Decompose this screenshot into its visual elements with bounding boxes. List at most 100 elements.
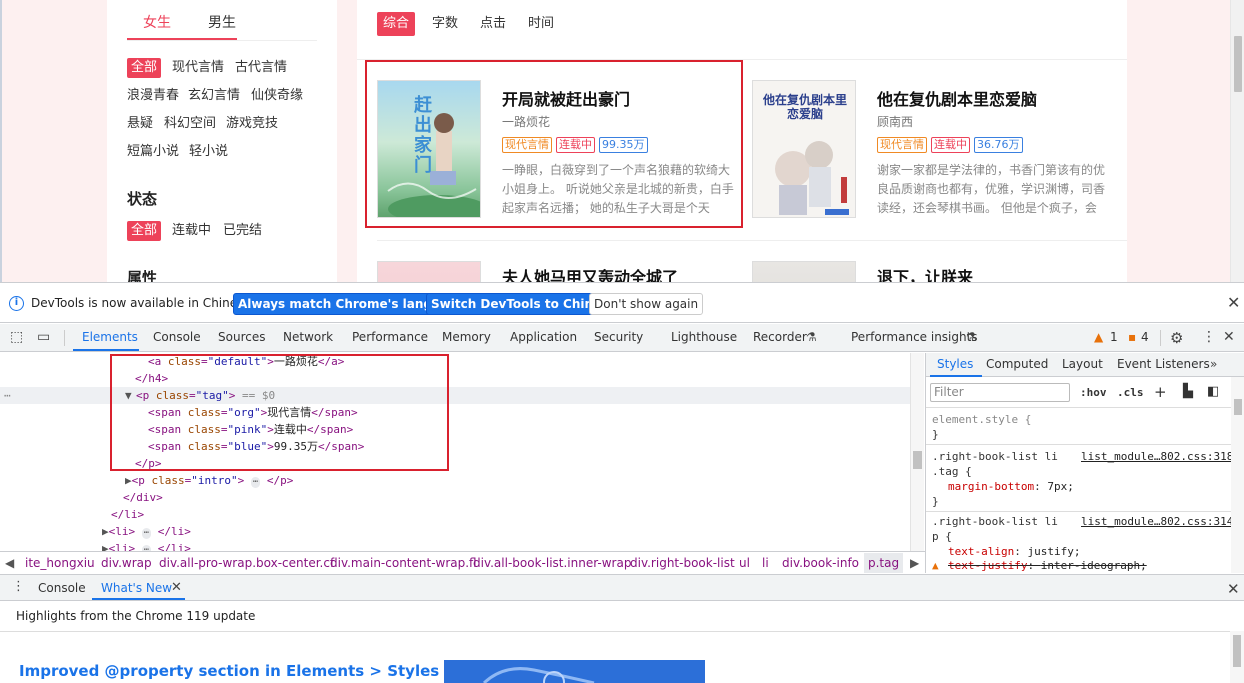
gender-tab-female[interactable]: 女生 [143,12,171,32]
toggle-sidebar-icon[interactable]: ◧ [1207,384,1219,399]
drawer-scrollbar[interactable] [1230,631,1244,683]
tab-memory[interactable]: Memory [442,330,491,344]
issues-icon[interactable]: ▪ [1128,330,1136,344]
breadcrumb-item[interactable]: div.all-book-list.inner-wrap [473,556,631,570]
breadcrumb-scroll-left-icon[interactable]: ◀ [5,556,14,570]
rule-selector[interactable]: .tag { [932,464,972,479]
collapse-triangle-icon[interactable]: ▶ [102,542,109,551]
breadcrumb-item[interactable]: div.main-content-wrap.fl [330,556,477,570]
sort-tab-clicks[interactable]: 点击 [474,12,512,36]
device-toolbar-icon[interactable]: ▭ [37,329,50,345]
page-scrollbar-thumb[interactable] [1234,36,1242,92]
dom-node-line[interactable]: </div> [123,489,163,506]
gender-tab-male[interactable]: 男生 [208,12,236,32]
book-title[interactable]: 退下，让朕来 [877,264,973,282]
category-light-novel[interactable]: 轻小说 [185,142,232,162]
breadcrumb-item[interactable]: ul [739,556,750,570]
tab-lighthouse[interactable]: Lighthouse [671,330,737,344]
status-all[interactable]: 全部 [127,221,162,241]
category-modern-romance[interactable]: 现代言情 [168,58,228,78]
close-infobar-icon[interactable]: ✕ [1227,295,1240,311]
book-title[interactable]: 夫人她马甲又轰动全城了 [502,264,678,282]
tab-computed[interactable]: Computed [986,357,1048,371]
dom-node-line[interactable]: </li> [111,506,144,523]
tab-recorder[interactable]: Recorder [753,330,807,344]
close-drawer-icon[interactable]: ✕ [1227,580,1240,598]
drawer-tab-whats-new[interactable]: What's New [101,581,172,595]
category-suspense[interactable]: 悬疑 [123,114,157,134]
breadcrumb-item[interactable]: div.right-book-list [630,556,735,570]
more-options-icon[interactable]: ⋮ [1202,329,1216,345]
category-scifi[interactable]: 科幻空间 [160,114,220,134]
book-cover-image[interactable] [752,261,856,282]
dont-show-again-button[interactable]: Don't show again [589,293,704,315]
breadcrumb-item[interactable]: div.book-info [782,556,859,570]
style-declaration[interactable]: text-align: justify; [948,544,1080,559]
breadcrumb-item[interactable]: li [762,556,769,570]
tab-performance-insights[interactable]: Performance insights [851,330,978,344]
book-item[interactable]: 夫人她马甲又轰动全城了 [357,240,747,282]
book-cover-image[interactable]: 他在复仇剧本里恋爱脑 [752,80,856,218]
drawer-scrollbar-thumb[interactable] [1233,635,1241,667]
sort-tab-overall[interactable]: 综合 [377,12,416,36]
status-ongoing[interactable]: 连载中 [168,221,215,241]
category-youth[interactable]: 浪漫青春 [123,86,183,106]
category-xianxia[interactable]: 仙侠奇缘 [247,86,307,106]
book-item[interactable]: 退下，让朕来 [752,240,1127,282]
collapsed-content-pill[interactable]: ⋯ [250,477,261,488]
dom-node-line[interactable]: ▶<p class="intro"> ⋯ </p> [125,472,293,489]
rule-source-link[interactable]: list_module…802.css:314 [1081,514,1233,529]
add-rule-icon[interactable]: + [1154,383,1167,401]
book-item[interactable]: 他在复仇剧本里恋爱脑 他在复仇剧本里恋爱脑 顾南西 现代言情 连载中 36.76… [752,60,1127,230]
category-ancient-romance[interactable]: 古代言情 [231,58,291,78]
tab-layout[interactable]: Layout [1062,357,1103,371]
rule-selector[interactable]: p { [932,529,952,544]
breadcrumb-scroll-right-icon[interactable]: ▶ [910,556,919,570]
category-fantasy-romance[interactable]: 玄幻言情 [184,86,244,106]
tab-sources[interactable]: Sources [218,330,265,344]
category-all[interactable]: 全部 [127,58,162,78]
page-scrollbar[interactable] [1230,0,1244,282]
rule-selector[interactable]: .right-book-list li [932,514,1058,529]
styles-scrollbar[interactable] [1231,377,1244,573]
breadcrumb-item-active[interactable]: p.tag [864,553,904,573]
elements-scrollbar-thumb[interactable] [913,451,922,469]
close-devtools-icon[interactable]: ✕ [1223,329,1235,345]
tab-styles[interactable]: Styles [937,357,973,371]
breadcrumb-item[interactable]: div.wrap [101,556,152,570]
book-author[interactable]: 顾南西 [877,113,913,130]
styles-filter-input[interactable]: Filter [930,383,1070,402]
category-games[interactable]: 游戏竞技 [222,114,282,134]
feature-promo-image[interactable] [444,660,705,683]
breadcrumb-item[interactable]: div.all-pro-wrap.box-center.cf [159,556,334,570]
collapse-triangle-icon[interactable]: ▶ [125,474,132,487]
dom-node-line[interactable]: ▶<li> ⋯ </li> [102,540,191,551]
warnings-count[interactable]: 1 [1110,330,1118,344]
more-tabs-chevron-icon[interactable]: » [1210,357,1217,371]
status-completed[interactable]: 已完结 [219,221,266,241]
dom-node-line[interactable]: ▶<li> ⋯ </li> [102,523,191,540]
sort-tab-wordcount[interactable]: 字数 [426,12,464,36]
style-declaration[interactable]: margin-bottom: 7px; [948,479,1074,494]
class-toggle[interactable]: .cls [1117,386,1144,399]
hover-state-toggle[interactable]: :hov [1080,386,1107,399]
tab-performance[interactable]: Performance [352,330,428,344]
invalid-style-declaration[interactable]: text-justify: inter-ideograph; [948,558,1147,573]
book-cover-image[interactable] [377,261,481,282]
node-actions-ellipsis[interactable]: ⋯ [4,387,11,404]
breadcrumb-item[interactable]: ite_hongxiu [25,556,95,570]
collapsed-content-pill[interactable]: ⋯ [141,528,152,539]
elements-dom-tree[interactable]: <a class="default">一路烦花</a> </h4> ⋯ ▼ <p… [0,353,925,551]
drawer-menu-icon[interactable]: ⋮ [12,579,25,594]
warning-icon[interactable]: ▲ [1094,330,1103,344]
tab-security[interactable]: Security [594,330,643,344]
tab-console[interactable]: Console [153,330,201,344]
rule-source-link[interactable]: list_module…802.css:318 [1081,449,1233,464]
tab-application[interactable]: Application [510,330,577,344]
tab-event-listeners[interactable]: Event Listeners [1117,357,1210,371]
close-tab-icon[interactable]: ✕ [171,580,182,595]
drawer-tab-console[interactable]: Console [38,581,86,595]
styles-scrollbar-thumb[interactable] [1234,399,1242,415]
issues-count[interactable]: 4 [1141,330,1149,344]
category-short-story[interactable]: 短篇小说 [123,142,183,162]
